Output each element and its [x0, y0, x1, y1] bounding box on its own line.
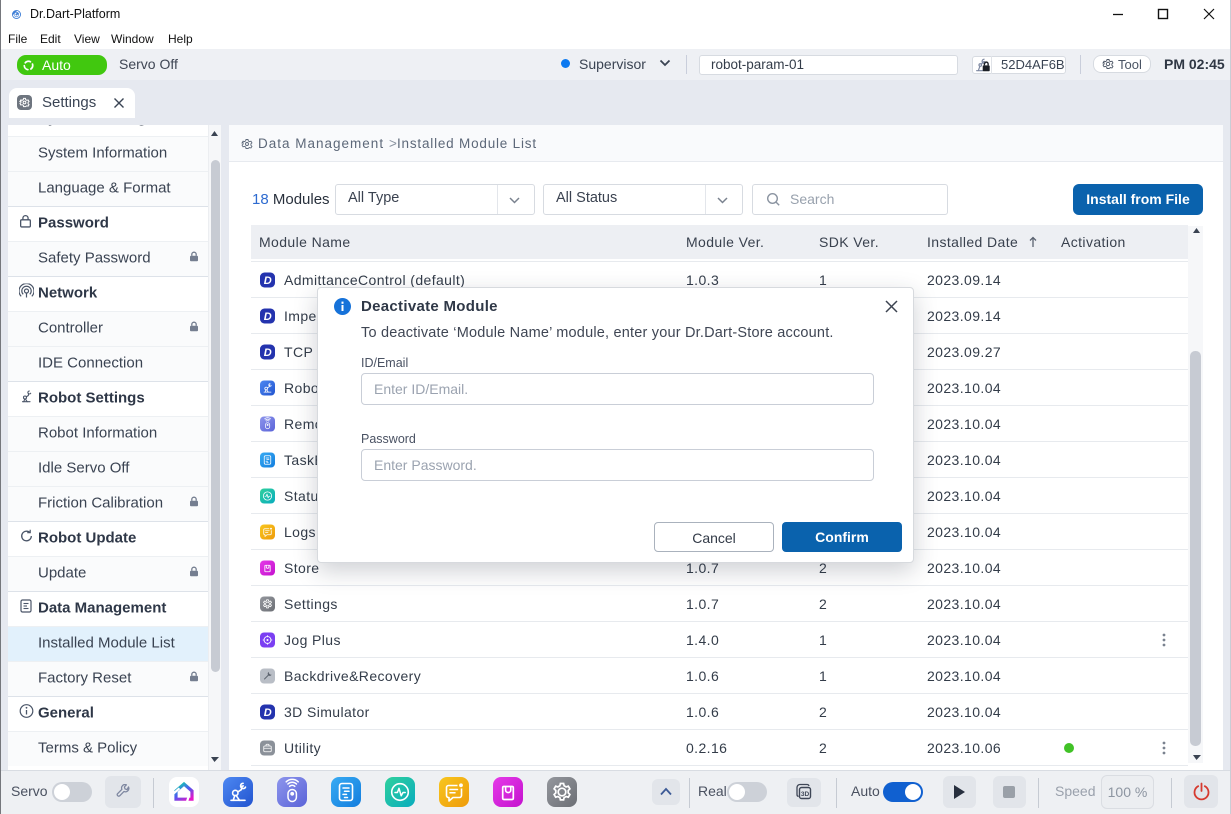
svg-text:D: D [263, 347, 271, 359]
svg-text:D: D [263, 275, 271, 287]
svg-text:D: D [263, 707, 271, 719]
svg-text:D: D [263, 311, 271, 323]
svg-text:3D: 3D [801, 791, 810, 798]
